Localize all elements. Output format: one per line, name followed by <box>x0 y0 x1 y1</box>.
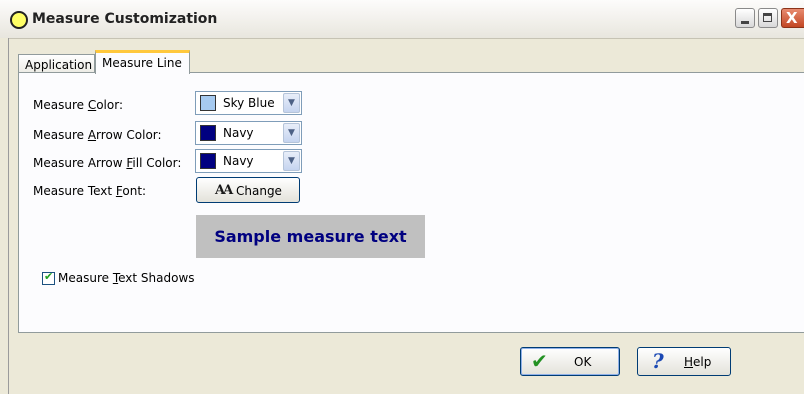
tab-application[interactable]: Application <box>18 54 95 73</box>
measure-color-label: Measure Color: <box>33 98 124 112</box>
arrow-fill-color-select[interactable]: Navy ▼ <box>195 149 302 173</box>
chevron-down-icon[interactable]: ▼ <box>283 123 300 143</box>
arrow-color-label: Measure Arrow Color: <box>33 128 162 142</box>
change-font-label: Change <box>236 184 282 198</box>
tab-measure-line[interactable]: Measure Line <box>95 50 190 74</box>
arrow-fill-color-value: Navy <box>223 154 254 168</box>
font-icon: AA <box>215 183 233 198</box>
color-swatch <box>200 125 216 141</box>
arrow-fill-color-label: Measure Arrow Fill Color: <box>33 156 182 170</box>
maximize-icon <box>763 13 772 22</box>
change-font-button[interactable]: AA Change <box>196 177 300 203</box>
help-button[interactable]: ? Help <box>637 347 731 376</box>
app-icon <box>10 11 28 29</box>
help-label: Help <box>684 355 712 369</box>
arrow-color-select[interactable]: Navy ▼ <box>195 121 302 145</box>
measure-color-select[interactable]: Sky Blue ▼ <box>195 91 302 115</box>
measure-color-value: Sky Blue <box>223 96 275 110</box>
checkmark-icon: ✔ <box>44 270 54 283</box>
text-shadows-checkbox[interactable]: ✔ <box>42 270 55 285</box>
maximize-button[interactable] <box>758 8 778 28</box>
sample-measure-text: Sample measure text <box>196 215 425 258</box>
ok-button[interactable]: ✔ OK <box>520 347 620 376</box>
minimize-icon <box>741 21 749 24</box>
text-font-label: Measure Text Font: <box>33 184 147 198</box>
text-shadows-label[interactable]: Measure Text Shadows <box>58 271 195 285</box>
help-icon: ? <box>652 349 664 373</box>
arrow-color-value: Navy <box>223 126 254 140</box>
close-button[interactable]: X <box>781 8 804 28</box>
window-left-border <box>0 38 9 394</box>
tab-panel-measure-line: Measure Color: Sky Blue ▼ Measure Arrow … <box>18 72 804 333</box>
chevron-down-icon[interactable]: ▼ <box>283 151 300 171</box>
chevron-down-icon[interactable]: ▼ <box>283 93 300 113</box>
color-swatch <box>200 153 216 169</box>
color-swatch <box>200 95 216 111</box>
title-bar: Measure Customization X <box>0 0 804 39</box>
close-icon: X <box>786 9 798 27</box>
checkmark-icon: ✔ <box>531 349 548 373</box>
ok-label: OK <box>574 355 592 369</box>
window-title: Measure Customization <box>32 11 218 27</box>
minimize-button[interactable] <box>735 8 755 28</box>
